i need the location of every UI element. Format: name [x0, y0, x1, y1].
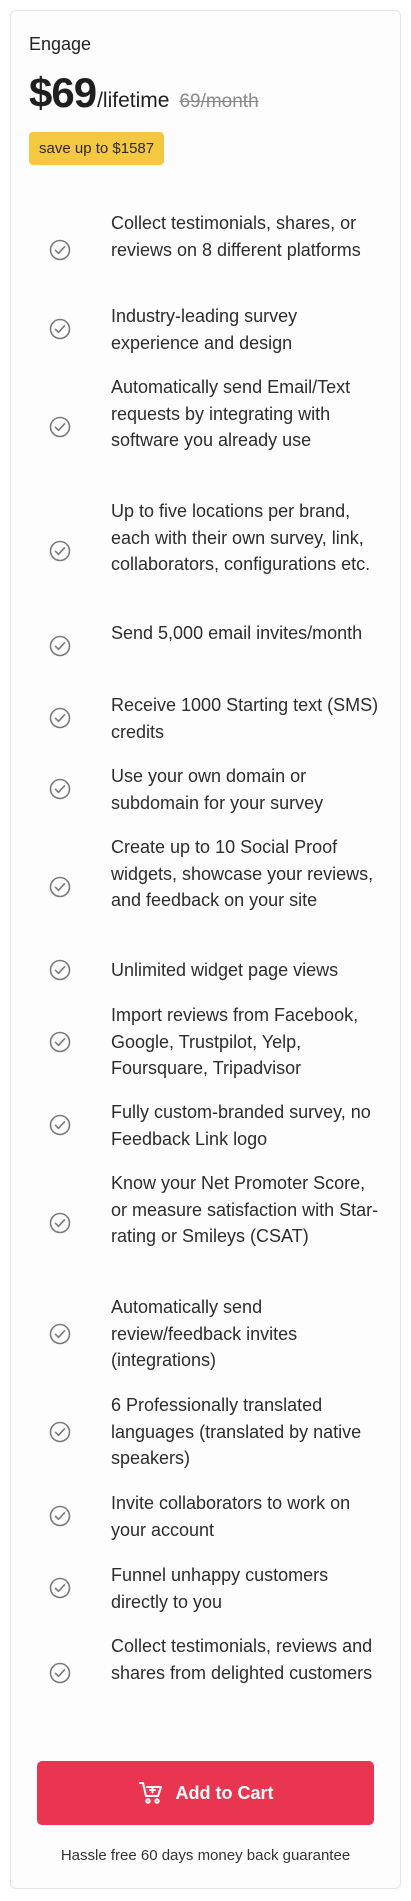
feature-text: Funnel unhappy customers directly to you: [111, 1565, 329, 1612]
check-circle-icon: [49, 1031, 71, 1053]
check-circle-icon: [49, 239, 71, 261]
feature-item: Send 5,000 email invites/month: [11, 620, 400, 673]
check-circle-icon: [49, 959, 71, 981]
feature-item: Up to five locations per brand, each wit…: [11, 498, 400, 604]
check-circle-icon: [49, 876, 71, 898]
check-circle-icon: [49, 1421, 71, 1443]
feature-text: Fully custom-branded survey, no Feedback…: [111, 1102, 371, 1149]
feature-item: 6 Professionally translated languages (t…: [11, 1392, 400, 1472]
feature-text: Use your own domain or subdomain for you…: [111, 766, 324, 813]
feature-item: Fully custom-branded survey, no Feedback…: [11, 1099, 400, 1152]
feature-text: Send 5,000 email invites/month: [111, 623, 363, 643]
check-circle-icon: [49, 540, 71, 562]
cart-plus-icon: [138, 1780, 164, 1806]
feature-text: Industry-leading survey experience and d…: [111, 306, 298, 353]
feature-item: Receive 1000 Starting text (SMS) credits: [11, 692, 400, 745]
feature-item: Invite collaborators to work on your acc…: [11, 1490, 400, 1543]
feature-text: Receive 1000 Starting text (SMS) credits: [111, 695, 379, 742]
feature-item: Collect testimonials, shares, or reviews…: [11, 210, 400, 290]
feature-text: 6 Professionally translated languages (t…: [111, 1395, 362, 1468]
feature-text: Automatically send review/feedback invit…: [111, 1297, 298, 1370]
check-circle-icon: [49, 1323, 71, 1345]
feature-item: Unlimited widget page views: [11, 957, 400, 984]
original-price: 69/month: [179, 91, 259, 112]
feature-item: Create up to 10 Social Proof widgets, sh…: [11, 834, 400, 940]
feature-item: Automatically send Email/Text requests b…: [11, 374, 400, 480]
feature-item: Collect testimonials, reviews and shares…: [11, 1633, 400, 1713]
money-back-guarantee: Hassle free 60 days money back guarantee: [60, 1847, 351, 1864]
feature-text: Import reviews from Facebook, Google, Tr…: [111, 1005, 359, 1078]
feature-item: Know your Net Promoter Score, or measure…: [11, 1170, 400, 1276]
check-circle-icon: [49, 1662, 71, 1684]
check-circle-icon: [49, 318, 71, 340]
add-to-cart-label: Add to Cart: [175, 1782, 274, 1803]
pricing-card: Engage $69 /lifetime 69/month save up to…: [10, 10, 401, 1889]
plan-name: Engage: [29, 34, 92, 54]
feature-text: Collect testimonials, shares, or reviews…: [111, 213, 361, 260]
check-circle-icon: [49, 1212, 71, 1234]
price: $69: [29, 69, 97, 116]
check-circle-icon: [49, 1114, 71, 1136]
feature-text: Automatically send Email/Text requests b…: [111, 377, 351, 450]
feature-item: Industry-leading survey experience and d…: [11, 303, 400, 356]
savings-badge: save up to $1587: [29, 132, 165, 165]
feature-item: Import reviews from Facebook, Google, Tr…: [11, 1002, 400, 1082]
price-period: /lifetime: [97, 89, 170, 112]
check-circle-icon: [49, 1577, 71, 1599]
feature-text: Know your Net Promoter Score, or measure…: [111, 1173, 379, 1246]
feature-text: Collect testimonials, reviews and shares…: [111, 1636, 373, 1683]
feature-text: Create up to 10 Social Proof widgets, sh…: [111, 837, 374, 910]
feature-text: Invite collaborators to work on your acc…: [111, 1493, 351, 1540]
check-circle-icon: [49, 635, 71, 657]
check-circle-icon: [49, 778, 71, 800]
feature-text: Up to five locations per brand, each wit…: [111, 501, 371, 574]
feature-item: Funnel unhappy customers directly to you: [11, 1562, 400, 1615]
add-to-cart-button[interactable]: Add to Cart: [37, 1761, 374, 1825]
price-row: $69 /lifetime 69/month: [29, 69, 259, 117]
check-circle-icon: [49, 1505, 71, 1527]
feature-item: Automatically send review/feedback invit…: [11, 1294, 400, 1374]
feature-text: Unlimited widget page views: [111, 960, 339, 980]
feature-item: Use your own domain or subdomain for you…: [11, 763, 400, 816]
check-circle-icon: [49, 707, 71, 729]
check-circle-icon: [49, 416, 71, 438]
